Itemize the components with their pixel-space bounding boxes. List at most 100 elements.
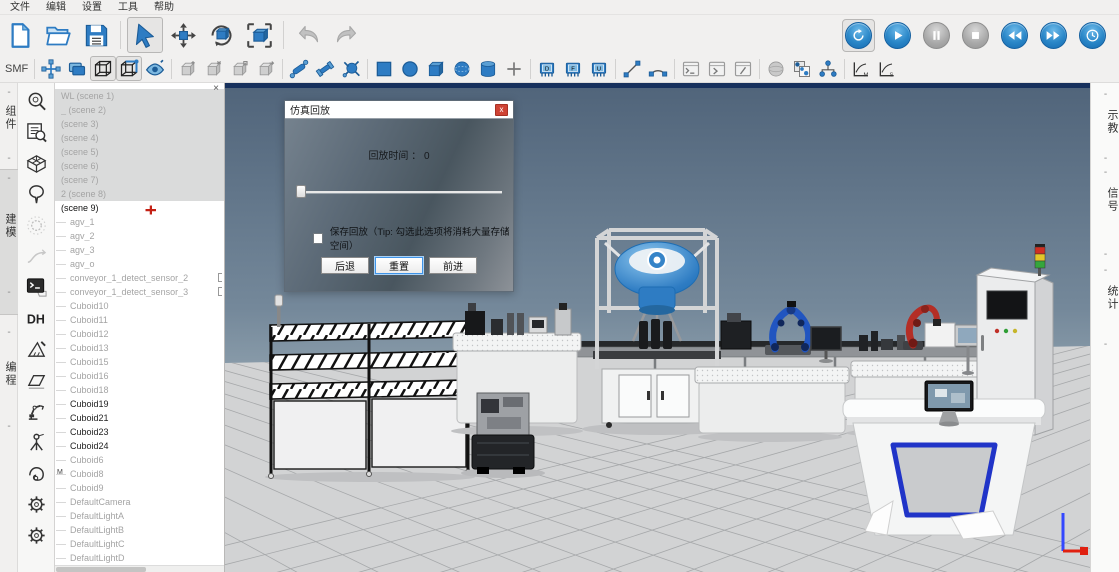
undo-button[interactable]	[290, 17, 326, 53]
tree-item[interactable]: (scene 5)	[55, 145, 224, 159]
tree-item[interactable]: Cuboid21	[55, 411, 224, 425]
tree-item[interactable]: DefaultLightD	[55, 551, 224, 565]
operator-desk[interactable]	[843, 381, 1045, 539]
tree-item[interactable]: Cuboid9	[55, 481, 224, 495]
console-edit-tool-button[interactable]	[730, 56, 756, 81]
plane-tool-button[interactable]	[22, 367, 50, 393]
tree-item[interactable]: _ (scene 2)	[55, 103, 224, 117]
tree-item[interactable]: (scene 9)	[55, 201, 224, 215]
tree-item[interactable]: agv_3	[55, 243, 224, 257]
tree-item[interactable]: (scene 3)	[55, 117, 224, 131]
cube-split-tool-button[interactable]	[253, 56, 279, 81]
tree-item[interactable]: DefaultLightA	[55, 509, 224, 523]
tree-item[interactable]: Cuboid13	[55, 341, 224, 355]
menu-item-4[interactable]: 帮助	[146, 0, 182, 15]
chip-d-tool-button[interactable]: D	[534, 56, 560, 81]
console-run-tool-button[interactable]	[678, 56, 704, 81]
tree-item[interactable]: agv_o	[55, 257, 224, 271]
chart-m-tool-button[interactable]: M	[848, 56, 874, 81]
tab-建模[interactable]: 建模	[0, 213, 18, 239]
step-back-button[interactable]	[1001, 22, 1028, 49]
tree-item[interactable]: DefaultCamera	[55, 495, 224, 509]
list-search-tool-button[interactable]	[22, 119, 50, 145]
move-tool-button[interactable]	[165, 17, 201, 53]
create-cylinder-tool-button[interactable]	[475, 56, 501, 81]
menu-item-0[interactable]: 文件	[2, 0, 38, 15]
menu-item-2[interactable]: 设置	[74, 0, 110, 15]
tree-item[interactable]: Cuboid23	[55, 425, 224, 439]
tree-item[interactable]: Cuboid16	[55, 369, 224, 383]
tree-item[interactable]: DefaultLightC	[55, 537, 224, 551]
measure-tool-button[interactable]	[22, 336, 50, 362]
pause-button[interactable]	[923, 22, 950, 49]
create-more-tool-button[interactable]	[501, 56, 527, 81]
tree-item[interactable]: 2 (scene 8)	[55, 187, 224, 201]
cube-subtract-tool-button[interactable]	[201, 56, 227, 81]
tree-item[interactable]: DefaultLightB	[55, 523, 224, 537]
console-step-tool-button[interactable]	[704, 56, 730, 81]
tree-item[interactable]: (scene 6)	[55, 159, 224, 173]
bounding-box-tool-button[interactable]	[241, 17, 277, 53]
gear-tool-2-button[interactable]	[22, 522, 50, 548]
hierarchy-tool-button[interactable]	[815, 56, 841, 81]
play-button[interactable]	[884, 22, 911, 49]
open-file-button[interactable]	[40, 17, 76, 53]
dialog-close-button[interactable]: x	[495, 104, 508, 116]
balloon-tool-button[interactable]	[22, 181, 50, 207]
gear-tool-1-button[interactable]	[22, 491, 50, 517]
tree-item[interactable]: Cuboid24	[55, 439, 224, 453]
tree-item[interactable]: (scene 4)	[55, 131, 224, 145]
tree-item[interactable]: Cuboid6	[55, 453, 224, 467]
robot-arm-tool-button[interactable]	[22, 398, 50, 424]
joint-axis-tool-button[interactable]	[286, 56, 312, 81]
lasso-tool-button[interactable]	[22, 460, 50, 486]
tab-信号[interactable]: 信号	[1091, 187, 1119, 213]
tree-item[interactable]: WL (scene 1)	[55, 89, 224, 103]
create-plane-tool-button[interactable]	[371, 56, 397, 81]
visibility-tool-button[interactable]	[142, 56, 168, 81]
scene-search-tool-button[interactable]	[22, 88, 50, 114]
structure-tool-button[interactable]	[22, 150, 50, 176]
tree-item[interactable]: agv_1	[55, 215, 224, 229]
tree-item[interactable]: MCuboid8	[55, 467, 224, 481]
tree-item[interactable]: conveyor_1_detect_sensor_2	[55, 271, 224, 285]
save-file-button[interactable]	[78, 17, 114, 53]
tree-item[interactable]: Cuboid19	[55, 397, 224, 411]
slider-track[interactable]	[296, 191, 502, 193]
playback-slider[interactable]	[296, 185, 502, 198]
rotate-tool-button[interactable]	[203, 17, 239, 53]
menu-item-1[interactable]: 编辑	[38, 0, 74, 15]
cube-union-tool-button[interactable]	[175, 56, 201, 81]
curve-tool-button[interactable]	[22, 243, 50, 269]
gizmo-tool-button[interactable]	[38, 56, 64, 81]
select-tool-button[interactable]	[127, 17, 163, 53]
sphere-gray-tool-button[interactable]	[763, 56, 789, 81]
wireframe-face-tool-button[interactable]	[116, 56, 142, 81]
redo-button[interactable]	[328, 17, 364, 53]
replay-button[interactable]	[845, 22, 872, 49]
rectangle-tool-button[interactable]	[64, 56, 90, 81]
camera-tripod-tool-button[interactable]	[22, 429, 50, 455]
save-playback-checkbox[interactable]	[313, 233, 323, 244]
chip-u-tool-button[interactable]: U	[586, 56, 612, 81]
tree-panel-close-button[interactable]: ×	[210, 83, 222, 95]
chip-f-tool-button[interactable]: F	[560, 56, 586, 81]
joint-pair-tool-button[interactable]	[312, 56, 338, 81]
step-forward-button[interactable]	[1040, 22, 1067, 49]
simulation-time-button[interactable]	[1079, 22, 1106, 49]
joint-fix-tool-button[interactable]	[338, 56, 364, 81]
slider-handle[interactable]	[296, 185, 306, 198]
tree-item[interactable]: Cuboid10	[55, 299, 224, 313]
chart-s-tool-button[interactable]: S	[874, 56, 900, 81]
tree-item[interactable]: Cuboid18	[55, 383, 224, 397]
tree-item[interactable]: agv_2	[55, 229, 224, 243]
tree-horizontal-scrollbar[interactable]	[55, 565, 224, 572]
line-tool-button[interactable]	[619, 56, 645, 81]
tab-组件[interactable]: 组件	[0, 105, 18, 131]
dialog-titlebar[interactable]: 仿真回放 x	[285, 101, 513, 119]
script-terminal-tool-button[interactable]	[22, 274, 50, 300]
tree-item[interactable]: Cuboid11	[55, 313, 224, 327]
tab-编程[interactable]: 编程	[0, 361, 18, 387]
node-link-tool-button[interactable]	[789, 56, 815, 81]
tab-示教[interactable]: 示教	[1091, 109, 1119, 135]
